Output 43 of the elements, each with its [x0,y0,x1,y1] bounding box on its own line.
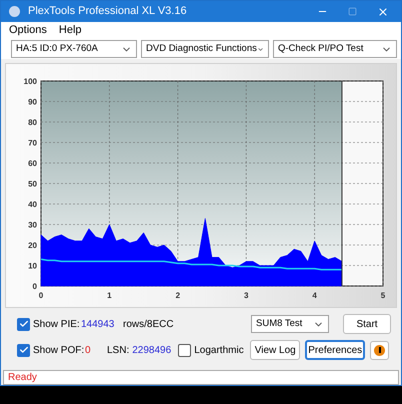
lsn-value: 2298496 [132,344,172,358]
y-tick-label: 90 [28,98,37,106]
y-tick-label: 40 [28,200,37,209]
y-tick-label: 70 [28,138,37,148]
show-pie-label: Show PIE: [33,318,81,332]
show-pie-checkbox[interactable] [17,318,30,330]
x-tick-label: 0 [38,291,44,300]
x-tick-label: 5 [380,291,386,300]
x-tick-label: 3 [244,291,248,300]
window-title: PlexTools Professional XL V3.16 [28,4,188,20]
y-tick-label: 100 [24,77,37,86]
show-pof-label: Show POF: [33,344,85,358]
start-button[interactable]: Start [343,314,391,334]
info-icon [374,344,386,356]
pof-count: 0 [85,344,92,358]
test-select[interactable]: Q-Check PI/PO Test [273,40,397,58]
y-tick-label: 20 [28,241,37,250]
close-icon[interactable] [377,6,389,18]
y-tick-label: 80 [28,118,37,127]
preferences-button[interactable]: Preferences [305,340,366,360]
view-log-button[interactable]: View Log [250,340,300,360]
y-tick-label: 0 [32,282,37,291]
x-tick-label: 1 [107,291,112,300]
drive-select[interactable]: HA:5 ID:0 PX-760A [11,40,137,58]
menu-item[interactable]: Options [9,22,47,39]
function-select[interactable]: DVD Diagnostic Functions [141,40,269,58]
pie-count: 144943 [81,318,116,332]
info-button[interactable] [370,340,390,360]
y-tick-label: 30 [28,220,37,230]
logarithmic-checkbox[interactable] [178,344,192,356]
x-tick-label: 2 [176,291,180,300]
menu-item[interactable]: Help [58,22,82,39]
app-logo-icon [9,6,20,17]
x-tick-label: 4 [312,291,317,300]
status-text: Ready [8,371,37,385]
y-tick-label: 60 [28,159,37,168]
unit-label: rows/8ECC [123,318,175,332]
show-pof-checkbox[interactable] [17,344,30,356]
logarithmic-label: Logarthmic [194,344,245,358]
y-tick-label: 50 [28,180,37,188]
lsn-label: LSN: [107,344,130,358]
y-tick-label: 10 [28,262,37,270]
sum8-select[interactable]: SUM8 Test [251,315,329,333]
